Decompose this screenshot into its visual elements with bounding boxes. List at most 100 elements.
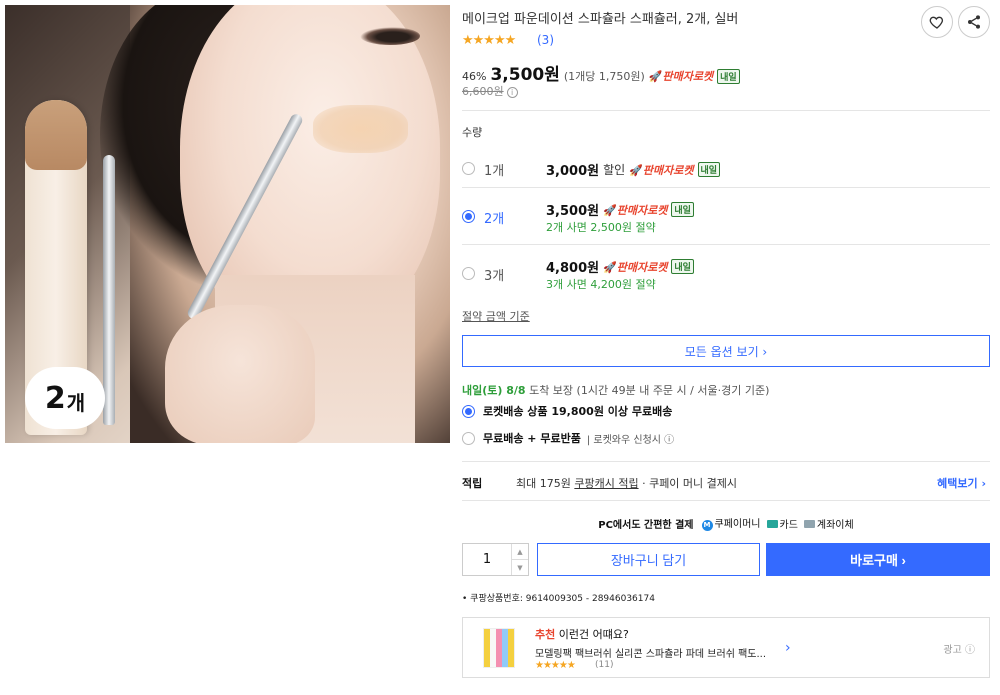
- payment-lead: PC에서도 간편한 결제: [598, 519, 694, 531]
- heart-icon: [929, 16, 944, 29]
- seller-rocket-badge: 🚀판매자로켓: [649, 68, 713, 84]
- price-row: 46% 3,500원 (1개당 1,750원) 🚀판매자로켓 내일: [462, 60, 740, 85]
- rocket-icon: 🚀: [603, 260, 617, 274]
- shipping-option-rocket[interactable]: 로켓배송 상품 19,800원 이상 무료배송: [462, 402, 672, 420]
- bank-icon: [803, 519, 815, 528]
- rocket-icon: 🚀: [603, 203, 617, 217]
- quantity-option-3[interactable]: 3개 4,800원 🚀판매자로켓 내일 3개 사면 4,200원 절약: [462, 246, 990, 302]
- seller-rocket-badge: 🚀판매자로켓: [603, 259, 667, 275]
- image-cream: [313, 105, 408, 153]
- increase-icon[interactable]: ▲: [512, 544, 528, 559]
- bank-label: 계좌이체: [816, 519, 854, 531]
- reward-label: 적립: [462, 477, 483, 490]
- chevron-right-icon[interactable]: ›: [785, 640, 791, 656]
- arrival-detail: (1시간 49분 내 주문 시 / 서울·경기 기준): [573, 384, 770, 397]
- coupay-label: 쿠페이머니: [714, 519, 761, 530]
- shipping-option-free[interactable]: 무료배송 + 무료반품 | 로켓와우 신청시 ⓘ: [462, 429, 674, 447]
- divider: [462, 500, 990, 501]
- image-pouch-flap: [25, 100, 87, 170]
- stepper-buttons: ▲ ▼: [511, 544, 528, 575]
- badge-unit: 개: [66, 390, 86, 415]
- coupay-method: M 쿠페이머니: [701, 515, 761, 531]
- product-title: 메이크업 파운데이션 스파츌라 스패츌러, 2개, 실버: [462, 12, 739, 27]
- radio-button-selected[interactable]: [462, 404, 475, 418]
- discount-rate: 46%: [462, 70, 487, 83]
- product-number: • 쿠팡상품번호: 9614009305 - 28946036174: [462, 594, 655, 604]
- payment-methods: PC에서도 간편한 결제 M 쿠페이머니 카드 계좌이체: [462, 515, 990, 531]
- recommendation-name[interactable]: 모델링팩 팩브러쉬 실리콘 스파츌라 파데 브러쉬 팩도...: [535, 645, 766, 660]
- option-price-row: 4,800원 🚀판매자로켓 내일: [546, 257, 694, 276]
- image-spatula: [103, 155, 115, 425]
- seller-rocket-badge: 🚀판매자로켓: [629, 162, 693, 178]
- option-count: 3개: [484, 269, 505, 284]
- original-price: 6,600원 i: [462, 83, 518, 99]
- rocket-icon: 🚀: [648, 70, 663, 83]
- decrease-icon[interactable]: ▼: [512, 559, 528, 575]
- saving-basis-link[interactable]: 절약 금액 기준: [462, 308, 530, 324]
- option-price: 4,800원: [546, 261, 600, 276]
- tomorrow-tag: 내일: [671, 259, 694, 274]
- radio-button[interactable]: [462, 267, 475, 280]
- option-price-row: 3,000원 할인 🚀판매자로켓 내일: [546, 160, 721, 179]
- divider: [462, 110, 990, 111]
- original-price-value: 6,600원: [462, 85, 504, 98]
- radio-button[interactable]: [462, 162, 475, 175]
- card-method: 카드: [766, 516, 798, 531]
- recommendation-review-count: (11): [595, 660, 614, 670]
- option-saving: 3개 사면 4,200원 절약: [546, 278, 656, 291]
- buy-now-button[interactable]: 바로구매 ›: [766, 543, 990, 576]
- wishlist-button[interactable]: [921, 6, 953, 38]
- quantity-option-2[interactable]: 2개 3,500원 🚀판매자로켓 내일 2개 사면 2,500원 절약: [462, 189, 990, 245]
- benefits-link[interactable]: 혜택보기 ›: [937, 475, 986, 491]
- recommendation-card[interactable]: 추천 이런건 어떄요? 모델링팩 팩브러쉬 실리콘 스파츌라 파데 브러쉬 팩도…: [462, 617, 990, 678]
- recommendation-thumbnail[interactable]: [483, 628, 515, 668]
- add-to-cart-button[interactable]: 장바구니 담기: [537, 543, 760, 576]
- product-info-panel: 메이크업 파운데이션 스파츌라 스패츌러, 2개, 실버 ★★★★★ (3) 4…: [462, 0, 992, 695]
- rating-stars: ★★★★★: [462, 33, 516, 48]
- arrival-date: 내일(토) 8/8: [462, 384, 526, 397]
- rocket-icon: 🚀: [629, 163, 643, 177]
- option-price-row: 3,500원 🚀판매자로켓 내일: [546, 200, 694, 219]
- reward-text: 최대 175원 쿠팡캐시 적립 · 쿠페이 머니 결제시: [516, 475, 737, 491]
- arrival-guarantee: 도착 보장: [525, 384, 574, 397]
- seller-rocket-badge: 🚀판매자로켓: [603, 202, 667, 218]
- wow-subscribe-note: | 로켓와우 신청시 ⓘ: [586, 434, 675, 446]
- recommendation-tag: 추천: [535, 628, 556, 641]
- quantity-value[interactable]: 1: [463, 544, 511, 575]
- divider: [462, 187, 990, 188]
- reward-prefix: 최대 175원: [516, 477, 575, 490]
- image-hand: [165, 305, 315, 443]
- shipping-option-label: 로켓배송 상품 19,800원 이상 무료배송: [483, 405, 673, 418]
- option-saving: 2개 사면 2,500원 절약: [546, 221, 656, 234]
- seller-rocket-label: 판매자로켓: [616, 203, 668, 217]
- coupang-cash-link[interactable]: 쿠팡캐시 적립: [574, 477, 638, 490]
- review-count-link[interactable]: (3): [537, 33, 554, 47]
- quantity-stepper[interactable]: 1 ▲ ▼: [462, 543, 529, 576]
- share-button[interactable]: [958, 6, 990, 38]
- radio-button-selected[interactable]: [462, 210, 475, 223]
- seller-rocket-label: 판매자로켓: [642, 163, 694, 177]
- image-eye: [360, 27, 420, 45]
- recommendation-stars: ★★★★★: [535, 660, 576, 671]
- recommendation-heading: 추천 이런건 어떄요?: [535, 626, 629, 642]
- badge-number: 2: [44, 380, 66, 416]
- tomorrow-tag: 내일: [671, 202, 694, 217]
- seller-rocket-label: 판매자로켓: [616, 260, 668, 274]
- reward-suffix: · 쿠페이 머니 결제시: [638, 477, 738, 490]
- option-price: 3,000원: [546, 164, 600, 179]
- card-label: 카드: [779, 519, 798, 531]
- option-count: 2개: [484, 212, 505, 227]
- product-image[interactable]: 2개: [5, 5, 450, 443]
- info-icon[interactable]: i: [506, 87, 518, 98]
- share-icon: [968, 15, 980, 29]
- all-options-button[interactable]: 모든 옵션 보기 ›: [462, 335, 990, 367]
- divider: [462, 461, 990, 462]
- quantity-label: 수량: [462, 126, 483, 139]
- ad-label[interactable]: 광고 ⓘ: [943, 641, 975, 656]
- divider: [462, 244, 990, 245]
- bank-method: 계좌이체: [803, 516, 854, 531]
- recommendation-title: 이런건 어떄요?: [555, 628, 629, 641]
- delivery-estimate: 내일(토) 8/8 도착 보장 (1시간 49분 내 주문 시 / 서울·경기 …: [462, 382, 769, 398]
- radio-button[interactable]: [462, 431, 475, 445]
- tomorrow-tag: 내일: [697, 162, 721, 177]
